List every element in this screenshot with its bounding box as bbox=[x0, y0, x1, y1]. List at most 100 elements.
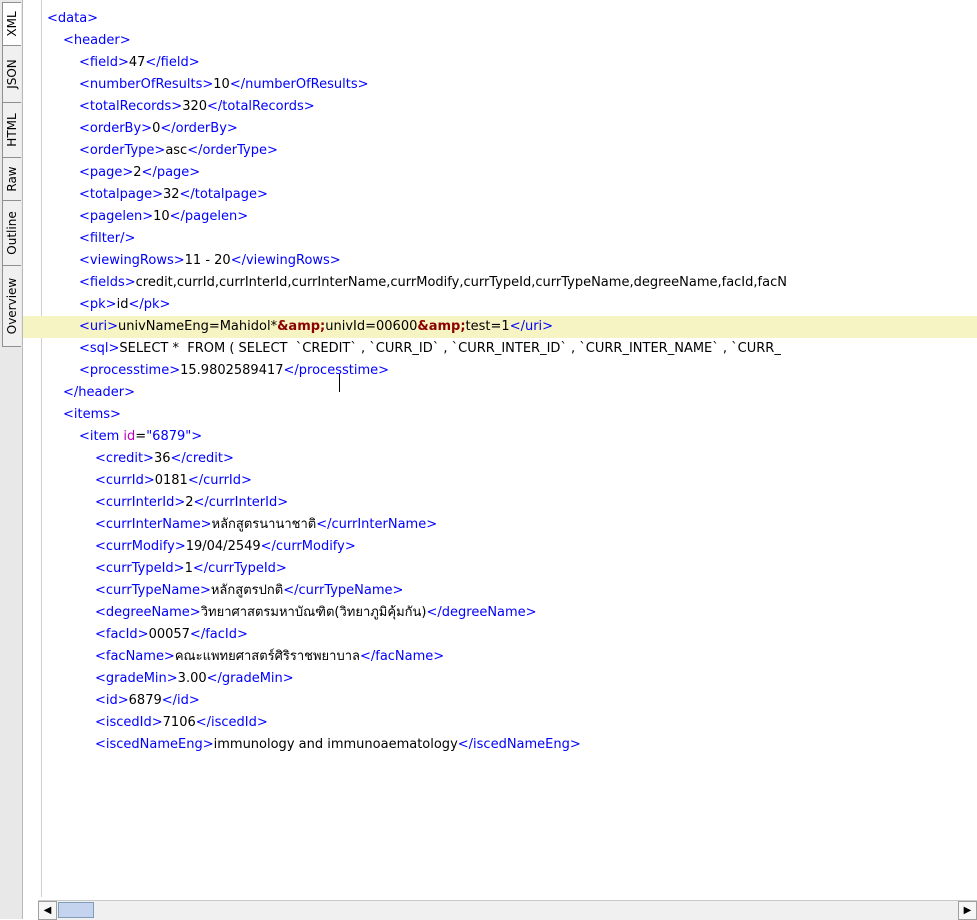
xml-line[interactable]: <viewingRows>11 - 20</viewingRows> bbox=[23, 250, 977, 272]
tab-html[interactable]: HTML bbox=[2, 102, 21, 158]
xml-line[interactable]: <currId>0181</currId> bbox=[23, 470, 977, 492]
xml-line[interactable]: <pk>id</pk> bbox=[23, 294, 977, 316]
horizontal-scrollbar[interactable]: ◀ ▶ bbox=[38, 900, 977, 920]
xml-tag: </currTypeId> bbox=[192, 561, 287, 576]
xml-tag: <viewingRows> bbox=[79, 253, 185, 268]
xml-tag: <header> bbox=[63, 33, 131, 48]
text-caret bbox=[339, 374, 340, 392]
right-arrow-icon: ▶ bbox=[963, 905, 972, 916]
xml-line-content: <uri>univNameEng=Mahidol*&amp;univId=006… bbox=[79, 316, 553, 338]
xml-line[interactable]: <orderType>asc</orderType> bbox=[23, 140, 977, 162]
tab-xml[interactable]: XML bbox=[2, 2, 21, 46]
xml-line[interactable]: <facId>00057</facId> bbox=[23, 624, 977, 646]
xml-line[interactable]: <pagelen>10</pagelen> bbox=[23, 206, 977, 228]
xml-line[interactable]: </header> bbox=[23, 382, 977, 404]
xml-tag: > bbox=[191, 429, 203, 444]
xml-attr-value: "6879" bbox=[146, 429, 192, 444]
xml-tag: <currTypeName> bbox=[95, 583, 211, 598]
scrollbar-thumb[interactable] bbox=[58, 902, 94, 918]
xml-tag: </currId> bbox=[187, 473, 252, 488]
xml-tag: <pk> bbox=[79, 297, 117, 312]
xml-tag: </totalRecords> bbox=[207, 99, 315, 114]
tab-raw[interactable]: Raw bbox=[2, 157, 21, 201]
xml-entity: &amp; bbox=[277, 319, 326, 334]
xml-line[interactable]: <field>47</field> bbox=[23, 52, 977, 74]
xml-line[interactable]: <uri>univNameEng=Mahidol*&amp;univId=006… bbox=[23, 316, 977, 338]
xml-tag: </iscedId> bbox=[195, 715, 268, 730]
xml-line[interactable]: <id>6879</id> bbox=[23, 690, 977, 712]
xml-tag: </degreeName> bbox=[426, 605, 537, 620]
xml-tag: <currInterId> bbox=[95, 495, 186, 510]
xml-line[interactable]: <fields>credit,currId,currInterId,currIn… bbox=[23, 272, 977, 294]
xml-line-content: <sql>SELECT * FROM ( SELECT `CREDIT` , `… bbox=[79, 338, 781, 360]
xml-line[interactable]: <currInterName>หลักสูตรนานาชาติ</currInt… bbox=[23, 514, 977, 536]
xml-tag: </facName> bbox=[359, 649, 445, 664]
tab-label: XML bbox=[5, 11, 19, 37]
xml-text: 320 bbox=[182, 99, 208, 114]
tab-label: Outline bbox=[5, 211, 19, 255]
scroll-left-button[interactable]: ◀ bbox=[38, 901, 57, 920]
xml-text: SELECT * FROM ( SELECT `CREDIT` , `CURR_… bbox=[119, 341, 781, 356]
xml-editor[interactable]: <data> <header> <field>47</field> <numberOf… bbox=[23, 0, 977, 897]
xml-line[interactable]: <credit>36</credit> bbox=[23, 448, 977, 470]
tab-overview[interactable]: Overview bbox=[2, 265, 21, 347]
xml-line[interactable]: <currTypeId>1</currTypeId> bbox=[23, 558, 977, 580]
xml-line[interactable]: <totalRecords>320</totalRecords> bbox=[23, 96, 977, 118]
xml-text: credit,currId,currInterId,currInterName,… bbox=[135, 275, 787, 290]
xml-text: คณะแพทยศาสตร์ศิริราชพยาบาล bbox=[174, 649, 360, 664]
xml-line[interactable]: <gradeMin>3.00</gradeMin> bbox=[23, 668, 977, 690]
xml-text: 3.00 bbox=[177, 671, 207, 686]
xml-line[interactable]: <facName>คณะแพทยศาสตร์ศิริราชพยาบาล</fac… bbox=[23, 646, 977, 668]
xml-line[interactable]: <iscedNameEng>immunology and immunoaemat… bbox=[23, 734, 977, 756]
xml-line[interactable]: <items> bbox=[23, 404, 977, 426]
xml-tag: <sql> bbox=[79, 341, 120, 356]
xml-line[interactable]: <currInterId>2</currInterId> bbox=[23, 492, 977, 514]
xml-line[interactable]: <data> bbox=[23, 8, 977, 30]
xml-line[interactable]: <processtime>15.9802589417</processtime> bbox=[23, 360, 977, 382]
xml-tag: <facId> bbox=[95, 627, 149, 642]
xml-line[interactable]: <degreeName>วิทยาศาสตรมหาบัณฑิต(วิทยาภูม… bbox=[23, 602, 977, 624]
xml-tag: </currTypeName> bbox=[283, 583, 404, 598]
xml-line-content: <currInterName>หลักสูตรนานาชาติ</currInt… bbox=[95, 514, 437, 536]
xml-line[interactable]: <iscedId>7106</iscedId> bbox=[23, 712, 977, 734]
tab-outline[interactable]: Outline bbox=[2, 200, 21, 266]
tab-json[interactable]: JSON bbox=[2, 45, 21, 103]
xml-line[interactable]: <orderBy>0</orderBy> bbox=[23, 118, 977, 140]
xml-line[interactable]: <page>2</page> bbox=[23, 162, 977, 184]
xml-tag: </facId> bbox=[189, 627, 248, 642]
xml-tag: </orderBy> bbox=[160, 121, 238, 136]
xml-line[interactable]: <currModify>19/04/2549</currModify> bbox=[23, 536, 977, 558]
xml-tag: <totalRecords> bbox=[79, 99, 183, 114]
xml-text: 36 bbox=[153, 451, 171, 466]
xml-line[interactable]: <item id="6879"> bbox=[23, 426, 977, 448]
xml-line[interactable]: <currTypeName>หลักสูตรปกติ</currTypeName… bbox=[23, 580, 977, 602]
xml-text: 19/04/2549 bbox=[185, 539, 261, 554]
xml-line-content: <totalRecords>320</totalRecords> bbox=[79, 96, 315, 118]
xml-line[interactable]: <totalpage>32</totalpage> bbox=[23, 184, 977, 206]
xml-tag: </uri> bbox=[509, 319, 554, 334]
scroll-right-button[interactable]: ▶ bbox=[958, 901, 977, 920]
view-tab-sidebar: XML JSON HTML Raw Outline Overview bbox=[0, 0, 23, 919]
xml-tag: <uri> bbox=[79, 319, 118, 334]
xml-line[interactable]: <numberOfResults>10</numberOfResults> bbox=[23, 74, 977, 96]
xml-line[interactable]: <sql>SELECT * FROM ( SELECT `CREDIT` , `… bbox=[23, 338, 977, 360]
xml-text: immunology and immunoaematology bbox=[213, 737, 458, 752]
xml-text: 15.9802589417 bbox=[180, 363, 284, 378]
xml-tag: </totalpage> bbox=[179, 187, 268, 202]
xml-text: id bbox=[116, 297, 129, 312]
xml-line-content: <numberOfResults>10</numberOfResults> bbox=[79, 74, 368, 96]
xml-tag: </processtime> bbox=[283, 363, 390, 378]
xml-text: 1 bbox=[184, 561, 193, 576]
xml-line-content: <facName>คณะแพทยศาสตร์ศิริราชพยาบาล</fac… bbox=[95, 646, 444, 668]
xml-tag: </orderType> bbox=[187, 143, 278, 158]
xml-line[interactable]: <header> bbox=[23, 30, 977, 52]
xml-tag: <degreeName> bbox=[95, 605, 201, 620]
xml-line-content: <field>47</field> bbox=[79, 52, 200, 74]
xml-tag: <pagelen> bbox=[79, 209, 154, 224]
xml-line-content: <iscedNameEng>immunology and immunoaemat… bbox=[95, 734, 581, 756]
xml-tag: <totalpage> bbox=[79, 187, 163, 202]
xml-text: 32 bbox=[162, 187, 180, 202]
xml-line-content: <header> bbox=[63, 30, 131, 52]
tab-label: Overview bbox=[5, 277, 19, 335]
xml-line[interactable]: <filter/> bbox=[23, 228, 977, 250]
